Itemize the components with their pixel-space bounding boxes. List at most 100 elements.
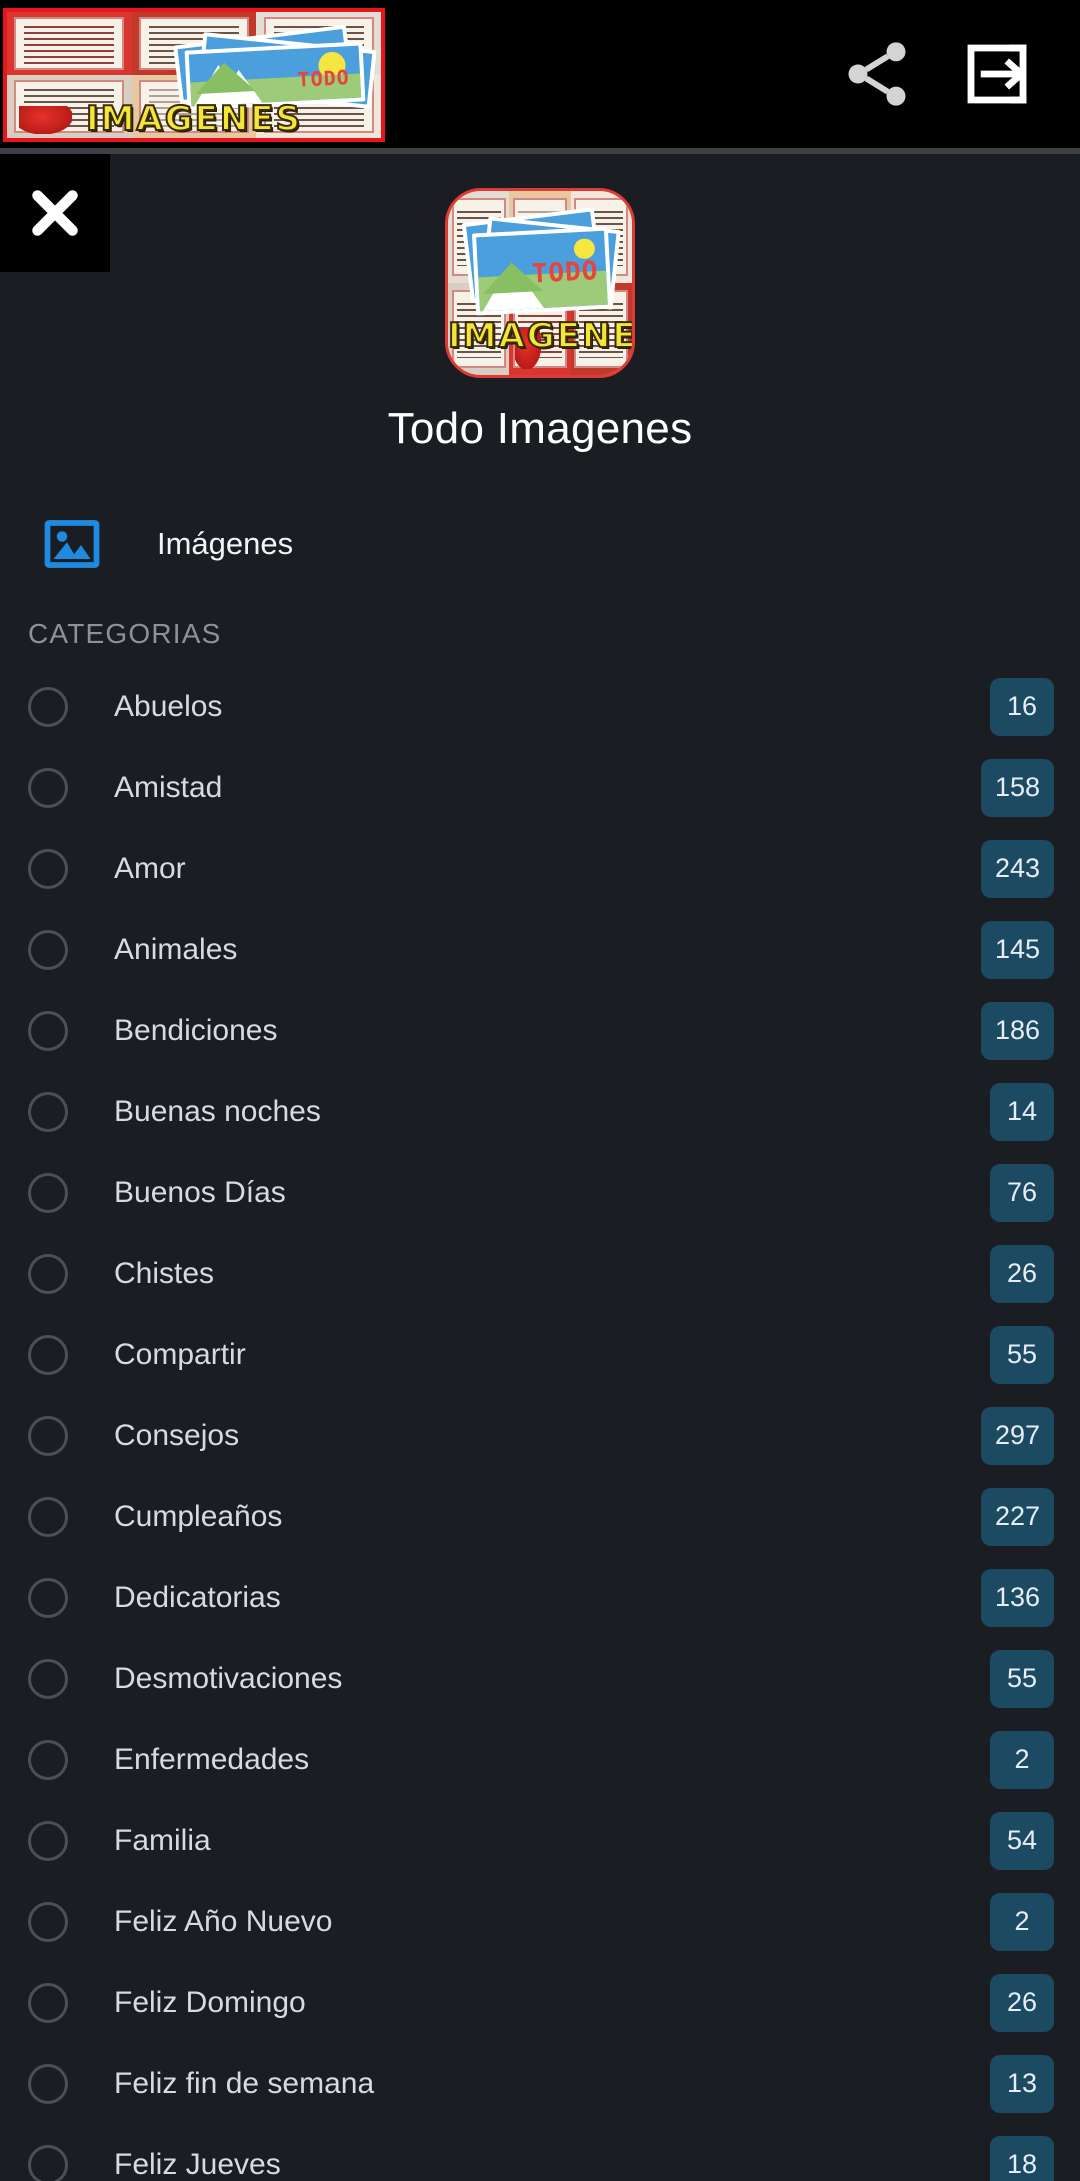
exit-app-icon [967,44,1027,104]
category-row[interactable]: Feliz fin de semana 13 [0,2043,1080,2124]
category-row[interactable]: Cumpleaños 227 [0,1476,1080,1557]
category-count-badge: 243 [980,839,1054,898]
category-label: Abuelos [114,689,223,723]
category-label: Cumpleaños [114,1499,283,1533]
category-radio[interactable] [28,1739,68,1780]
share-button[interactable] [834,31,920,117]
category-radio[interactable] [28,1172,68,1213]
category-radio[interactable] [28,1010,68,1051]
category-radio[interactable] [28,848,68,889]
drawer-header: TODO IMAGENES Todo Imagenes [0,154,1080,454]
category-radio[interactable] [28,929,68,970]
category-count-badge: 145 [980,920,1054,979]
category-row[interactable]: Buenos Días 76 [0,1152,1080,1233]
category-row[interactable]: Enfermedades 2 [0,1719,1080,1800]
ad-banner-word: IMAGENES [85,99,303,139]
category-radio[interactable] [28,2063,68,2104]
category-radio[interactable] [28,1820,68,1861]
category-label: Feliz Año Nuevo [114,1904,333,1938]
category-label: Feliz Domingo [114,1985,306,2019]
close-button[interactable] [0,154,110,272]
category-label: Enfermedades [114,1742,310,1776]
category-row[interactable]: Feliz Año Nuevo 2 [0,1881,1080,1962]
category-count-badge: 54 [990,1811,1054,1870]
category-count-badge: 16 [990,677,1054,736]
exit-app-button[interactable] [954,31,1040,117]
category-row[interactable]: Chistes 26 [0,1233,1080,1314]
top-ad-bar: TODO IMAGENES [0,0,1080,148]
category-label: Bendiciones [114,1013,278,1047]
topbar-actions [834,0,1080,148]
navigation-drawer: TODO IMAGENES Todo Imagenes Imágenes CAT… [0,154,1080,2181]
category-row[interactable]: Animales 145 [0,909,1080,990]
share-icon [848,42,906,106]
category-label: Familia [114,1823,211,1857]
category-count-badge: 18 [990,2135,1054,2181]
sidebar-item-imagenes[interactable]: Imágenes [0,492,1080,596]
category-label: Animales [114,932,238,966]
category-list: Abuelos 16 Amistad 158 Amor 243 Animales 145 Ben… [0,666,1080,2181]
category-radio[interactable] [28,1334,68,1375]
category-label: Feliz fin de semana [114,2066,375,2100]
category-radio[interactable] [28,1496,68,1537]
category-label: Buenos Días [114,1175,286,1209]
category-radio[interactable] [28,686,68,727]
category-radio[interactable] [28,1091,68,1132]
photo-card-text: TODO [530,255,599,290]
close-icon [32,190,78,236]
category-row[interactable]: Familia 54 [0,1800,1080,1881]
category-count-badge: 2 [990,1892,1054,1951]
photo-card-text: TODO [296,64,350,92]
category-row[interactable]: Abuelos 16 [0,666,1080,747]
category-radio[interactable] [28,1658,68,1699]
category-row[interactable]: Buenas noches 14 [0,1071,1080,1152]
category-radio[interactable] [28,1415,68,1456]
category-row[interactable]: Feliz Domingo 26 [0,1962,1080,2043]
category-count-badge: 14 [990,1082,1054,1141]
category-count-badge: 186 [980,1001,1054,1060]
photo-card-front: TODO [471,226,612,316]
photo-stack-logo: TODO [461,207,622,316]
category-count-badge: 2 [990,1730,1054,1789]
category-label: Amistad [114,770,223,804]
category-row[interactable]: Feliz Jueves 18 [0,2124,1080,2181]
collage-tile [7,12,132,75]
category-count-badge: 297 [980,1406,1054,1465]
category-label: Chistes [114,1256,215,1290]
app-icon: TODO IMAGENES [445,188,635,378]
category-count-badge: 136 [980,1568,1054,1627]
category-count-badge: 26 [990,1244,1054,1303]
category-radio[interactable] [28,767,68,808]
category-label: Feliz Jueves [114,2147,281,2181]
category-radio[interactable] [28,1253,68,1294]
image-icon [40,512,104,576]
category-row[interactable]: Dedicatorias 136 [0,1557,1080,1638]
section-header-categorias: CATEGORIAS [28,618,222,649]
category-label: Amor [114,851,186,885]
category-count-badge: 76 [990,1163,1054,1222]
category-row[interactable]: Desmotivaciones 55 [0,1638,1080,1719]
sidebar-item-label: Imágenes [157,526,294,561]
hill-shape [194,60,256,94]
category-row[interactable]: Compartir 55 [0,1314,1080,1395]
category-row[interactable]: Consejos 297 [0,1395,1080,1476]
category-count-badge: 227 [980,1487,1054,1546]
category-row[interactable]: Bendiciones 186 [0,990,1080,1071]
category-radio[interactable] [28,2144,68,2181]
category-count-badge: 13 [990,2054,1054,2113]
category-row[interactable]: Amor 243 [0,828,1080,909]
category-label: Desmotivaciones [114,1661,343,1695]
category-label: Consejos [114,1418,240,1452]
category-radio[interactable] [28,1901,68,1942]
category-radio[interactable] [28,1982,68,2023]
category-radio[interactable] [28,1577,68,1618]
photo-stack-logo: TODO [172,24,377,111]
ad-banner[interactable]: TODO IMAGENES [3,8,385,142]
category-count-badge: 55 [990,1325,1054,1384]
category-row[interactable]: Amistad 158 [0,747,1080,828]
category-count-badge: 55 [990,1649,1054,1708]
category-label: Buenas noches [114,1094,321,1128]
category-count-badge: 158 [980,758,1054,817]
category-label: Compartir [114,1337,246,1371]
category-label: Dedicatorias [114,1580,281,1614]
